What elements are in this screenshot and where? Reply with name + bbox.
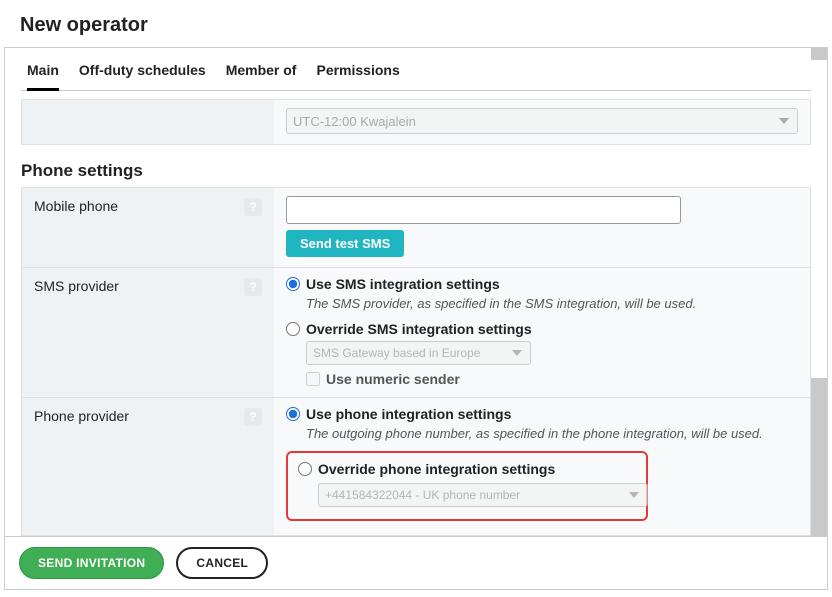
sms-provider-label: SMS provider (34, 278, 119, 294)
help-icon[interactable]: ? (244, 198, 262, 216)
tab-bar: Main Off-duty schedules Member of Permis… (5, 48, 827, 90)
phone-use-integration-description: The outgoing phone number, as specified … (306, 426, 798, 441)
phone-override-radio[interactable] (298, 462, 312, 476)
cancel-button[interactable]: CANCEL (176, 547, 268, 579)
phone-use-integration-radio[interactable] (286, 407, 300, 421)
scrollbar-thumb[interactable] (811, 378, 827, 546)
mobile-phone-input[interactable] (286, 196, 681, 224)
phone-use-integration-label: Use phone integration settings (306, 406, 511, 422)
timezone-select[interactable]: UTC-12:00 Kwajalein (286, 108, 798, 134)
sms-use-integration-description: The SMS provider, as specified in the SM… (306, 296, 798, 311)
timezone-label-cell (22, 100, 274, 144)
phone-provider-label: Phone provider (34, 408, 129, 424)
numeric-sender-checkbox[interactable] (306, 372, 320, 386)
send-test-sms-button[interactable]: Send test SMS (286, 230, 404, 257)
send-invitation-button[interactable]: SEND INVITATION (19, 547, 164, 579)
page-title: New operator (0, 0, 832, 47)
help-icon[interactable]: ? (244, 408, 262, 426)
scrollbar-up-indicator[interactable] (811, 48, 827, 60)
sms-use-integration-label: Use SMS integration settings (306, 276, 500, 292)
tab-main[interactable]: Main (27, 62, 59, 90)
dialog-panel: Main Off-duty schedules Member of Permis… (4, 47, 828, 590)
phone-override-label: Override phone integration settings (318, 461, 555, 477)
tab-divider (21, 90, 811, 91)
sms-use-integration-radio[interactable] (286, 277, 300, 291)
mobile-phone-label: Mobile phone (34, 198, 118, 214)
scroll-region: Main Off-duty schedules Member of Permis… (5, 48, 827, 546)
tab-member-of[interactable]: Member of (226, 62, 297, 90)
numeric-sender-label: Use numeric sender (326, 371, 460, 387)
phone-number-select[interactable]: +441584322044 - UK phone number (318, 483, 648, 507)
sms-gateway-select[interactable]: SMS Gateway based in Europe (306, 341, 531, 365)
sms-override-radio[interactable] (286, 322, 300, 336)
dialog-footer: SEND INVITATION CANCEL (5, 536, 827, 589)
help-icon[interactable]: ? (244, 278, 262, 296)
tab-permissions[interactable]: Permissions (316, 62, 399, 90)
phone-settings-heading: Phone settings (21, 161, 811, 181)
override-phone-highlight: Override phone integration settings +441… (286, 451, 648, 521)
tab-off-duty-schedules[interactable]: Off-duty schedules (79, 62, 206, 90)
sms-override-label: Override SMS integration settings (306, 321, 532, 337)
